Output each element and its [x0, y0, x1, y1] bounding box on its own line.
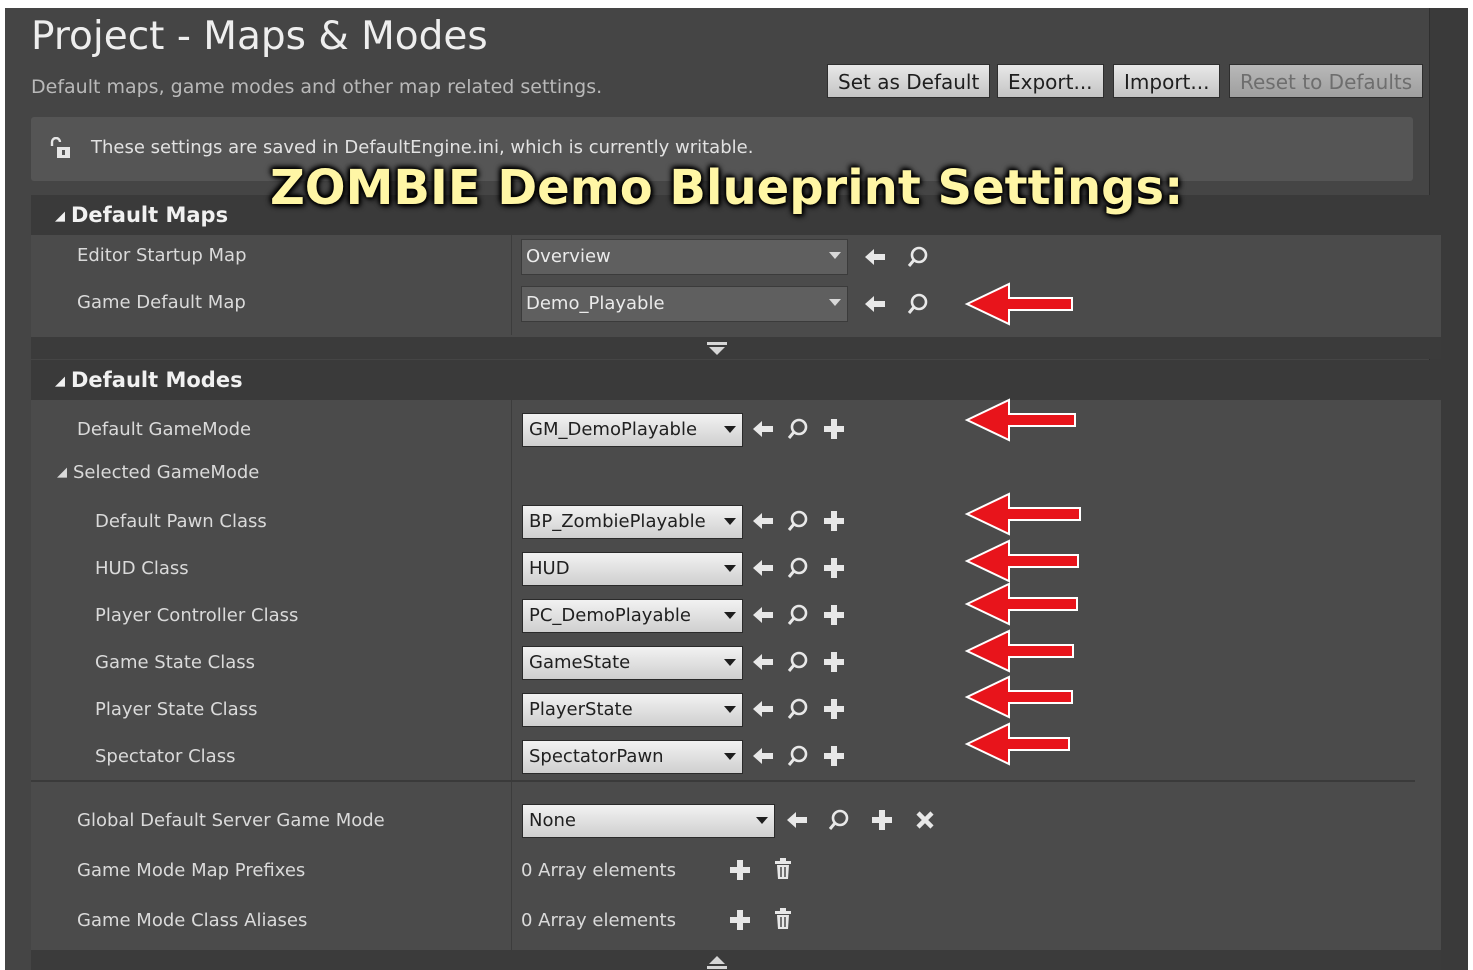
red-annotation-arrow: [964, 722, 1070, 766]
red-annotation-arrow: [964, 492, 1081, 536]
red-annotation-arrow: [964, 629, 1074, 673]
red-annotation-arrow: [964, 282, 1073, 326]
overlay-caption: ZOMBIE Demo Blueprint Settings:: [270, 160, 1184, 216]
red-annotation-arrow: [964, 398, 1076, 442]
settings-panel: Project - Maps & Modes Default maps, gam…: [5, 8, 1468, 970]
red-annotation-arrow: [964, 582, 1078, 626]
red-annotation-arrow: [964, 539, 1079, 583]
red-annotation-arrow: [964, 675, 1073, 719]
annotation-arrows: [964, 282, 1081, 766]
